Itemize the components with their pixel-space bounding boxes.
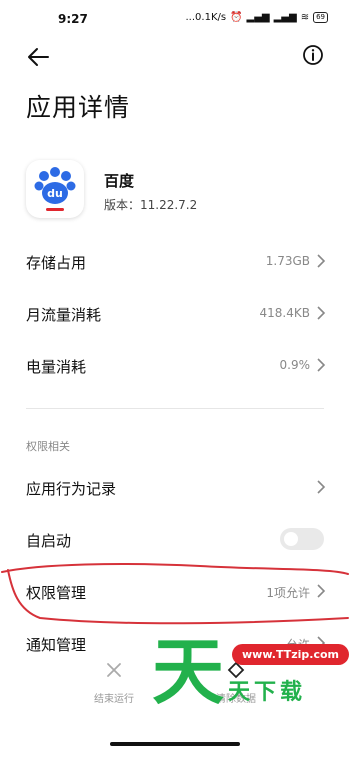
back-button[interactable] [26,46,50,68]
toggle-knob [284,532,298,546]
chevron-right-icon [317,480,326,494]
status-time: 9:27 [58,12,88,26]
row-label: 通知管理 [26,636,87,654]
signal-hd-icon: ▂▄▆ [273,12,297,23]
baidu-paw-icon: du [34,167,76,211]
chevron-right-icon [317,584,326,598]
row-label: 应用行为记录 [26,480,117,498]
row-value: 418.4KB [259,306,310,320]
battery-icon: 69 [313,12,328,23]
close-icon [107,663,121,677]
arrow-left-icon [28,48,49,66]
app-icon-text: du [47,187,63,200]
end-run-button[interactable]: 结束运行 [74,660,154,705]
row-app-behavior-record[interactable]: 应用行为记录 [0,462,350,512]
net-speed: ...0.1K/s [185,12,227,23]
home-indicator[interactable] [110,742,240,746]
row-label: 月流量消耗 [26,306,102,324]
page-title: 应用详情 [26,93,131,122]
chevron-right-icon [317,254,326,268]
row-value: 1项允许 [266,586,310,600]
section-label-permissions: 权限相关 [26,440,70,453]
watermark-text: 天下载 [228,680,307,705]
app-icon: du [26,160,84,218]
row-permission-management[interactable]: 权限管理 1项允许 [0,566,350,616]
chevron-right-icon [317,358,326,372]
info-circle-icon [303,45,323,65]
row-label: 存储占用 [26,254,87,272]
app-name: 百度 [104,172,135,190]
watermark-url: www.TTzip.com [232,644,349,665]
status-icons: ...0.1K/s ⏰ ▂▄▆ ▂▄▆ ≋ 69 [185,12,328,23]
chevron-right-icon [317,306,326,320]
autostart-toggle[interactable] [280,528,324,550]
row-autostart[interactable]: 自启动 [0,514,350,564]
row-label: 权限管理 [26,584,87,602]
signal-icon: ▂▄▆ [246,12,270,23]
app-version: 版本：11.22.7.2 [104,198,198,212]
divider [26,408,324,409]
alarm-icon: ⏰ [230,12,243,23]
watermark-logo: 天 www.TTzip.com 天下载 [148,630,350,730]
row-value: 0.9% [279,358,311,372]
row-monthly-traffic[interactable]: 月流量消耗 418.4KB [0,288,350,338]
row-value: 1.73GB [265,254,310,268]
info-button[interactable] [302,44,324,66]
end-run-label: 结束运行 [94,694,134,705]
watermark-big-char: 天 [152,630,225,714]
status-bar: 9:27 ...0.1K/s ⏰ ▂▄▆ ▂▄▆ ≋ 69 [0,0,350,40]
row-storage[interactable]: 存储占用 1.73GB [0,236,350,286]
row-label: 自启动 [26,532,72,550]
row-label: 电量消耗 [26,358,87,376]
row-battery-usage[interactable]: 电量消耗 0.9% [0,340,350,390]
wifi-icon: ≋ [300,12,310,23]
